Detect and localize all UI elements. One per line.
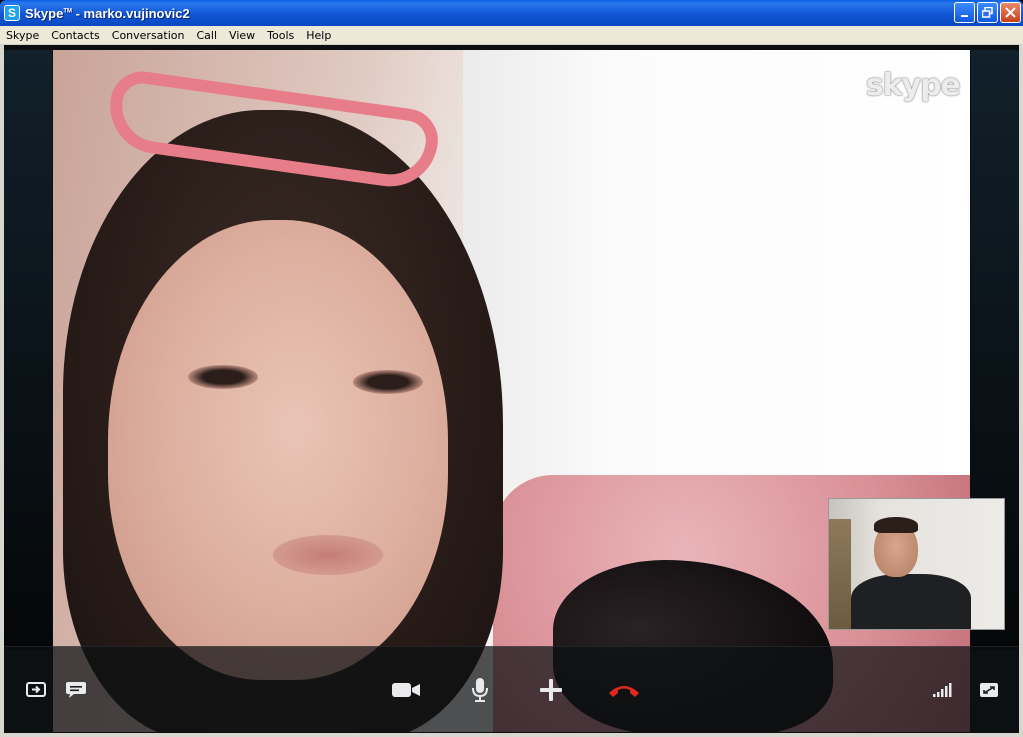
remote-person-right-eye [353,370,423,394]
left-letterbox [4,50,52,650]
call-quality-indicator[interactable] [928,675,958,705]
trademark: TM [63,8,72,15]
menu-conversation[interactable]: Conversation [106,29,191,42]
remote-person-mouth [273,535,383,575]
add-icon [540,679,562,701]
menu-call[interactable]: Call [191,29,224,42]
video-background-wall [463,50,970,480]
minimize-icon [960,14,968,17]
window-title: SkypeTM - marko.vujinovic2 [25,6,190,21]
video-call-area: skype [0,45,1023,737]
window-controls [954,2,1021,23]
app-name: Skype [25,5,64,21]
skype-watermark-logo: skype [865,68,961,103]
minimize-button[interactable] [954,2,975,23]
close-icon [1005,7,1016,18]
skype-app-icon[interactable]: S [4,5,20,21]
call-control-bar [4,646,1019,733]
self-view-hair [874,517,918,533]
menu-bar: Skype Contacts Conversation Call View To… [0,26,1023,45]
menu-contacts[interactable]: Contacts [45,29,106,42]
self-view-body [851,574,971,629]
menu-view[interactable]: View [223,29,261,42]
self-view-door [829,519,851,629]
remote-person-left-eye [188,365,258,389]
menu-help[interactable]: Help [300,29,337,42]
hang-up-icon [609,686,639,697]
fullscreen-icon [980,683,998,697]
add-participant-button[interactable] [536,675,566,705]
microphone-button[interactable] [465,675,495,705]
remote-person-face [108,220,448,680]
screen-share-button[interactable] [21,675,51,705]
video-camera-icon [392,683,420,697]
chat-icon [66,682,86,698]
screen-share-icon [26,682,46,697]
menu-tools[interactable]: Tools [261,29,300,42]
video-toggle-button[interactable] [391,675,421,705]
menu-skype[interactable]: Skype [0,29,45,42]
signal-strength-icon [933,683,952,697]
microphone-icon [472,678,488,702]
restore-button[interactable] [977,2,998,23]
chat-button[interactable] [61,675,91,705]
restore-icon [982,7,993,18]
window-title-suffix: - marko.vujinovic2 [71,5,190,21]
fullscreen-button[interactable] [974,675,1004,705]
hang-up-button[interactable] [607,675,641,705]
close-button[interactable] [1000,2,1021,23]
self-video-preview[interactable] [828,498,1005,630]
title-bar[interactable]: S SkypeTM - marko.vujinovic2 [0,0,1023,26]
